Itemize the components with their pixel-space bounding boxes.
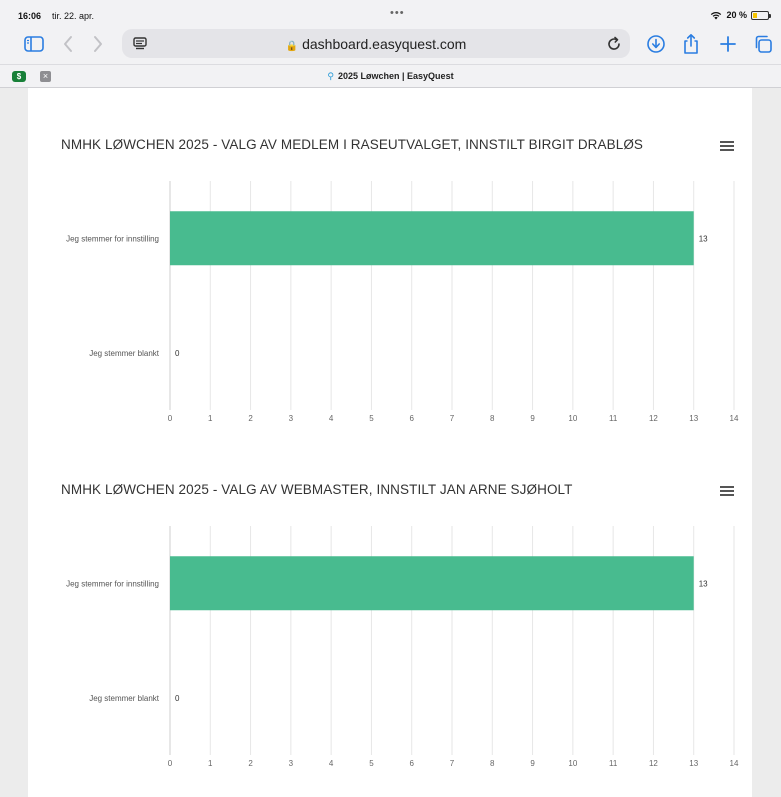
status-date: tir. 22. apr. bbox=[52, 11, 95, 21]
lock-icon: 🔒 bbox=[285, 41, 299, 52]
x-tick-label: 0 bbox=[168, 414, 173, 423]
multitasking-dots[interactable]: ••• bbox=[390, 7, 405, 19]
tabs-icon[interactable] bbox=[751, 32, 775, 56]
x-tick-label: 13 bbox=[689, 759, 698, 768]
dashboard-content: NMHK LØWCHEN 2025 - VALG AV MEDLEM I RAS… bbox=[28, 88, 752, 797]
x-tick-label: 5 bbox=[369, 414, 374, 423]
category-label: Jeg stemmer for innstilling bbox=[66, 579, 159, 588]
forward-icon[interactable] bbox=[86, 32, 110, 56]
url-text: dashboard.easyquest.com bbox=[302, 36, 467, 52]
data-label: 13 bbox=[699, 234, 708, 243]
reload-icon[interactable] bbox=[602, 32, 626, 56]
data-label: 0 bbox=[175, 349, 180, 358]
status-right: 20 % bbox=[710, 10, 771, 20]
chart-plot-2: 0 1 2 3 4 5 6 7 8 9 10 11 12 13 14Jeg stemmer for inns… bbox=[66, 526, 739, 768]
x-tick-label: 5 bbox=[369, 759, 374, 768]
page-viewport[interactable]: NMHK LØWCHEN 2025 - VALG AV MEDLEM I RAS… bbox=[0, 88, 781, 797]
wifi-icon bbox=[711, 11, 722, 19]
download-icon[interactable] bbox=[644, 32, 668, 56]
back-icon[interactable] bbox=[56, 32, 80, 56]
browser-toolbar: 🔒 dashboard.easyquest.com bbox=[0, 24, 781, 64]
data-label: 13 bbox=[699, 579, 708, 588]
x-tick-label: 10 bbox=[568, 759, 577, 768]
x-tick-label: 13 bbox=[689, 414, 698, 423]
x-tick-label: 9 bbox=[530, 414, 535, 423]
x-tick-label: 7 bbox=[450, 759, 455, 768]
x-tick-label: 3 bbox=[289, 759, 294, 768]
x-tick-label: 10 bbox=[568, 414, 577, 423]
x-tick-label: 12 bbox=[649, 759, 658, 768]
bar bbox=[170, 556, 694, 611]
status-time: 16:06 bbox=[18, 11, 42, 21]
x-tick-label: 1 bbox=[208, 414, 213, 423]
battery-percent: 20 % bbox=[726, 10, 747, 20]
new-tab-icon[interactable] bbox=[716, 32, 740, 56]
x-tick-label: 14 bbox=[730, 414, 739, 423]
x-tick-label: 1 bbox=[208, 759, 213, 768]
x-tick-label: 6 bbox=[409, 414, 414, 423]
x-tick-label: 14 bbox=[730, 759, 739, 768]
category-label: Jeg stemmer blankt bbox=[89, 349, 160, 358]
x-tick-label: 8 bbox=[490, 414, 495, 423]
tab-bar: $ × ⚲ 2025 Løwchen | EasyQuest bbox=[0, 64, 781, 88]
status-bar: 16:06 tir. 22. apr. ••• 20 % bbox=[0, 0, 781, 24]
url-display[interactable]: 🔒 dashboard.easyquest.com bbox=[122, 36, 630, 52]
tab-title: 2025 Løwchen | EasyQuest bbox=[338, 71, 454, 81]
x-tick-label: 2 bbox=[248, 414, 253, 423]
x-tick-label: 9 bbox=[530, 759, 535, 768]
category-label: Jeg stemmer for innstilling bbox=[66, 234, 159, 243]
x-tick-label: 6 bbox=[409, 759, 414, 768]
address-bar[interactable]: 🔒 dashboard.easyquest.com bbox=[122, 29, 630, 58]
tab-active[interactable]: ⚲ 2025 Løwchen | EasyQuest bbox=[0, 71, 781, 82]
x-tick-label: 2 bbox=[248, 759, 253, 768]
bar bbox=[170, 211, 694, 266]
x-tick-label: 11 bbox=[609, 414, 618, 423]
chart-plot-1: 0 1 2 3 4 5 6 7 8 9 10 11 12 13 14Jeg stemmer for inns… bbox=[66, 181, 739, 423]
x-tick-label: 0 bbox=[168, 759, 173, 768]
battery-icon bbox=[751, 10, 771, 20]
x-tick-label: 8 bbox=[490, 759, 495, 768]
x-tick-label: 11 bbox=[609, 759, 618, 768]
easyquest-logo-icon: ⚲ bbox=[327, 71, 334, 81]
category-label: Jeg stemmer blankt bbox=[89, 694, 160, 703]
sidebar-icon[interactable] bbox=[22, 32, 46, 56]
data-label: 0 bbox=[175, 694, 180, 703]
x-tick-label: 4 bbox=[329, 414, 334, 423]
x-tick-label: 4 bbox=[329, 759, 334, 768]
x-tick-label: 3 bbox=[289, 414, 294, 423]
share-icon[interactable] bbox=[679, 32, 703, 56]
x-tick-label: 7 bbox=[450, 414, 455, 423]
x-tick-label: 12 bbox=[649, 414, 658, 423]
